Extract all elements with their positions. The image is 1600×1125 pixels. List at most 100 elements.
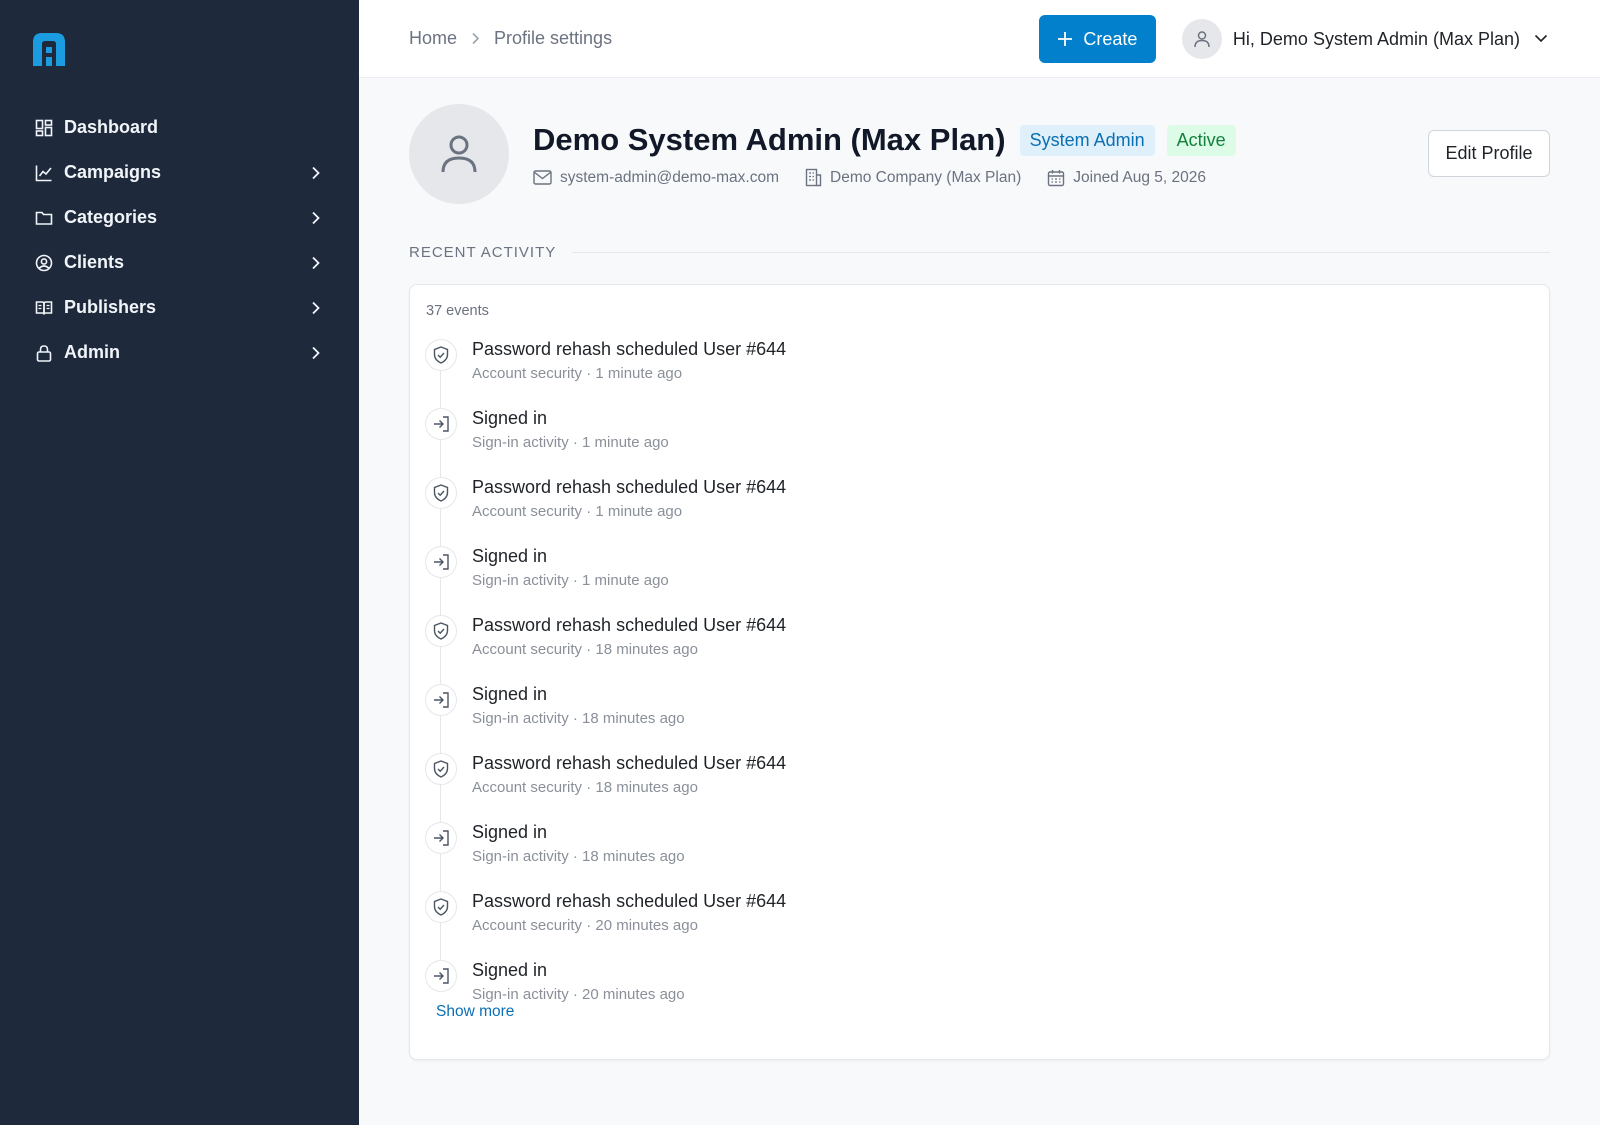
profile-name-row: Demo System Admin (Max Plan) System Admi… <box>533 122 1248 158</box>
sign-in-icon <box>425 822 457 854</box>
sidebar-item-label: Publishers <box>64 297 157 317</box>
activity-item: Password rehash scheduled User #644 Acco… <box>425 475 1225 544</box>
user-greeting: Hi, Demo System Admin (Max Plan) <box>1232 28 1520 49</box>
show-more-link[interactable]: Show more <box>436 1003 514 1021</box>
profile-meta: system-admin@demo-max.com Demo Company (… <box>533 168 1248 187</box>
event-count: 37 events <box>426 303 489 319</box>
breadcrumb-current: Profile settings <box>494 28 613 48</box>
dashboard-icon <box>34 118 54 138</box>
shield-check-icon <box>425 615 457 647</box>
sidebar-item-label: Categories <box>64 207 158 227</box>
chevron-right-icon <box>308 300 324 316</box>
mail-icon <box>533 170 552 185</box>
activity-title: Password rehash scheduled User #644 <box>472 339 787 359</box>
activity-subtitle: Account security · 1 minute ago <box>472 503 683 520</box>
create-button[interactable]: Create <box>1038 15 1156 63</box>
chevron-right-icon <box>308 255 324 271</box>
activity-title: Signed in <box>472 822 548 842</box>
app-root: Dashboard Campaigns Categories Clients P… <box>0 0 1600 1125</box>
activity-item: Signed in Sign-in activity · 18 minutes … <box>425 820 1225 889</box>
profile-email-text: system-admin@demo-max.com <box>560 168 780 186</box>
sign-in-icon <box>425 684 457 716</box>
activity-item: Signed in Sign-in activity · 20 minutes … <box>425 958 1225 1027</box>
activity-subtitle: Sign-in activity · 18 minutes ago <box>472 710 685 727</box>
activity-title: Signed in <box>472 960 548 980</box>
main-content: Home Profile settings Create Hi, Demo Sy… <box>359 0 1600 1125</box>
breadcrumb-home[interactable]: Home <box>409 28 457 49</box>
activity-item: Password rehash scheduled User #644 Acco… <box>425 337 1225 406</box>
activity-item: Signed in Sign-in activity · 1 minute ag… <box>425 544 1225 613</box>
section-title: RECENT ACTIVITY <box>409 244 557 261</box>
profile-company-text: Demo Company (Max Plan) <box>830 168 1022 186</box>
activity-subtitle: Account security · 20 minutes ago <box>472 917 698 934</box>
shield-check-icon <box>425 339 457 371</box>
activity-card: 37 events Password rehash scheduled User… <box>409 284 1550 1060</box>
chevron-right-icon <box>308 210 324 226</box>
calendar-icon <box>1047 169 1065 187</box>
sidebar-item-clients[interactable]: Clients <box>24 240 334 285</box>
sidebar-item-admin[interactable]: Admin <box>24 330 334 375</box>
chevron-right-icon <box>471 32 480 45</box>
activity-timeline: Password rehash scheduled User #644 Acco… <box>425 337 1225 1027</box>
profile-header: Demo System Admin (Max Plan) System Admi… <box>409 104 1550 204</box>
shield-check-icon <box>425 891 457 923</box>
activity-item: Password rehash scheduled User #644 Acco… <box>425 751 1225 820</box>
sidebar: Dashboard Campaigns Categories Clients P… <box>0 0 359 1125</box>
activity-title: Password rehash scheduled User #644 <box>472 753 787 773</box>
activity-title: Password rehash scheduled User #644 <box>472 891 787 911</box>
profile-company: Demo Company (Max Plan) <box>805 168 1021 187</box>
activity-title: Signed in <box>472 684 548 704</box>
profile-joined: Joined Aug 5, 2026 <box>1047 169 1206 187</box>
sidebar-item-categories[interactable]: Categories <box>24 195 334 240</box>
folder-icon <box>34 208 54 228</box>
activity-item: Password rehash scheduled User #644 Acco… <box>425 889 1225 958</box>
activity-title: Signed in <box>472 408 548 428</box>
status-badge: Active <box>1166 124 1236 156</box>
sign-in-icon <box>425 960 457 992</box>
chevron-right-icon <box>308 165 324 181</box>
activity-subtitle: Sign-in activity · 1 minute ago <box>472 572 669 589</box>
top-bar: Home Profile settings Create Hi, Demo Sy… <box>359 0 1600 78</box>
sidebar-item-dashboard[interactable]: Dashboard <box>24 105 334 150</box>
activity-item: Password rehash scheduled User #644 Acco… <box>425 613 1225 682</box>
sidebar-item-campaigns[interactable]: Campaigns <box>24 150 334 195</box>
user-menu[interactable]: Hi, Demo System Admin (Max Plan) <box>1181 19 1548 59</box>
activity-subtitle: Sign-in activity · 18 minutes ago <box>472 848 685 865</box>
sidebar-item-label: Admin <box>64 342 120 362</box>
profile-email: system-admin@demo-max.com <box>533 169 779 187</box>
edit-profile-button[interactable]: Edit Profile <box>1428 130 1550 177</box>
shield-check-icon <box>425 477 457 509</box>
book-open-icon <box>34 298 54 318</box>
chevron-right-icon <box>308 345 324 361</box>
sign-in-icon <box>425 546 457 578</box>
lock-icon <box>34 343 54 363</box>
shield-check-icon <box>425 753 457 785</box>
brand-logo[interactable] <box>30 30 68 68</box>
chevron-down-icon <box>1534 30 1548 48</box>
activity-subtitle: Account security · 18 minutes ago <box>472 641 698 658</box>
avatar <box>409 104 509 204</box>
topbar-actions: Create Hi, Demo System Admin (Max Plan) <box>1038 15 1548 63</box>
building-icon <box>805 168 822 187</box>
user-icon <box>1194 31 1210 48</box>
profile-info: Demo System Admin (Max Plan) System Admi… <box>533 122 1248 187</box>
recent-activity-heading: RECENT ACTIVITY <box>409 244 1550 261</box>
avatar <box>1181 19 1222 59</box>
profile-name: Demo System Admin (Max Plan) <box>533 122 1006 157</box>
sidebar-item-label: Clients <box>64 252 125 272</box>
user-icon <box>441 135 477 173</box>
activity-subtitle: Sign-in activity · 1 minute ago <box>472 434 669 451</box>
breadcrumb: Home Profile settings <box>409 28 612 49</box>
plus-icon <box>1057 31 1073 47</box>
activity-subtitle: Account security · 1 minute ago <box>472 365 683 382</box>
activity-title: Password rehash scheduled User #644 <box>472 615 787 635</box>
user-circle-icon <box>34 253 54 273</box>
sidebar-item-label: Dashboard <box>64 117 159 137</box>
sidebar-nav: Dashboard Campaigns Categories Clients P… <box>24 105 334 375</box>
divider <box>572 252 1550 253</box>
sign-in-icon <box>425 408 457 440</box>
sidebar-item-label: Campaigns <box>64 162 162 182</box>
role-badge: System Admin <box>1019 124 1155 156</box>
activity-item: Signed in Sign-in activity · 18 minutes … <box>425 682 1225 751</box>
sidebar-item-publishers[interactable]: Publishers <box>24 285 334 330</box>
